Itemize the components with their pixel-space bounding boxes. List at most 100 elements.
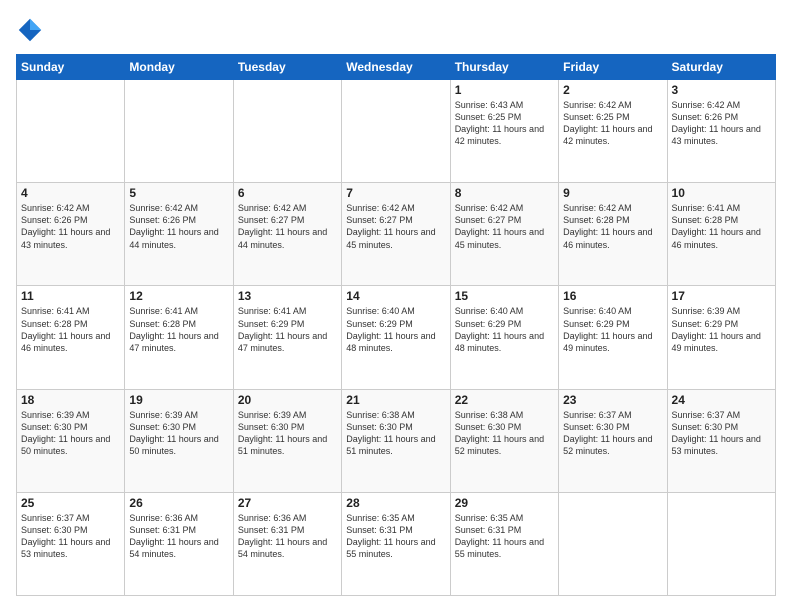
cell-info: Sunrise: 6:39 AM Sunset: 6:30 PM Dayligh… <box>129 409 228 458</box>
day-header-saturday: Saturday <box>667 55 775 80</box>
day-number: 9 <box>563 186 662 200</box>
cell-info: Sunrise: 6:38 AM Sunset: 6:30 PM Dayligh… <box>346 409 445 458</box>
day-header-wednesday: Wednesday <box>342 55 450 80</box>
calendar-cell: 16 Sunrise: 6:40 AM Sunset: 6:29 PM Dayli… <box>559 286 667 389</box>
day-number: 18 <box>21 393 120 407</box>
cell-info: Sunrise: 6:40 AM Sunset: 6:29 PM Dayligh… <box>563 305 662 354</box>
cell-info: Sunrise: 6:39 AM Sunset: 6:29 PM Dayligh… <box>672 305 771 354</box>
calendar-cell: 25 Sunrise: 6:37 AM Sunset: 6:30 PM Dayli… <box>17 492 125 595</box>
calendar-cell: 6 Sunrise: 6:42 AM Sunset: 6:27 PM Daylig… <box>233 183 341 286</box>
calendar-cell: 2 Sunrise: 6:42 AM Sunset: 6:25 PM Daylig… <box>559 80 667 183</box>
day-header-monday: Monday <box>125 55 233 80</box>
day-number: 29 <box>455 496 554 510</box>
day-header-friday: Friday <box>559 55 667 80</box>
day-number: 26 <box>129 496 228 510</box>
calendar-cell: 5 Sunrise: 6:42 AM Sunset: 6:26 PM Daylig… <box>125 183 233 286</box>
day-number: 14 <box>346 289 445 303</box>
day-number: 16 <box>563 289 662 303</box>
calendar-cell <box>342 80 450 183</box>
calendar-cell: 23 Sunrise: 6:37 AM Sunset: 6:30 PM Dayli… <box>559 389 667 492</box>
cell-info: Sunrise: 6:43 AM Sunset: 6:25 PM Dayligh… <box>455 99 554 148</box>
calendar-cell: 12Sunrise: 6:41 AM Sunset: 6:28 PM Dayli… <box>125 286 233 389</box>
cell-info: Sunrise: 6:35 AM Sunset: 6:31 PM Dayligh… <box>455 512 554 561</box>
day-number: 13 <box>238 289 337 303</box>
calendar-page: SundayMondayTuesdayWednesdayThursdayFrid… <box>0 0 792 612</box>
day-number: 8 <box>455 186 554 200</box>
header-row: SundayMondayTuesdayWednesdayThursdayFrid… <box>17 55 776 80</box>
calendar-cell <box>667 492 775 595</box>
week-row-1: 4 Sunrise: 6:42 AM Sunset: 6:26 PM Daylig… <box>17 183 776 286</box>
week-row-3: 18 Sunrise: 6:39 AM Sunset: 6:30 PM Dayli… <box>17 389 776 492</box>
cell-info: Sunrise: 6:39 AM Sunset: 6:30 PM Dayligh… <box>21 409 120 458</box>
day-number: 17 <box>672 289 771 303</box>
calendar-cell: 28 Sunrise: 6:35 AM Sunset: 6:31 PM Dayli… <box>342 492 450 595</box>
cell-info: Sunrise: 6:41 AM Sunset: 6:28 PM Dayligh… <box>21 305 120 354</box>
day-number: 7 <box>346 186 445 200</box>
day-header-tuesday: Tuesday <box>233 55 341 80</box>
day-number: 22 <box>455 393 554 407</box>
calendar-cell: 15 Sunrise: 6:40 AM Sunset: 6:29 PM Dayli… <box>450 286 558 389</box>
cell-info: Sunrise: 6:42 AM Sunset: 6:26 PM Dayligh… <box>129 202 228 251</box>
cell-info: Sunrise: 6:40 AM Sunset: 6:29 PM Dayligh… <box>346 305 445 354</box>
day-number: 6 <box>238 186 337 200</box>
calendar-cell <box>559 492 667 595</box>
cell-info: Sunrise: 6:35 AM Sunset: 6:31 PM Dayligh… <box>346 512 445 561</box>
cell-info: Sunrise: 6:42 AM Sunset: 6:26 PM Dayligh… <box>672 99 771 148</box>
logo <box>16 16 48 44</box>
calendar-cell: 19 Sunrise: 6:39 AM Sunset: 6:30 PM Dayli… <box>125 389 233 492</box>
cell-info: Sunrise: 6:37 AM Sunset: 6:30 PM Dayligh… <box>21 512 120 561</box>
calendar-cell: 18 Sunrise: 6:39 AM Sunset: 6:30 PM Dayli… <box>17 389 125 492</box>
calendar-cell: 20 Sunrise: 6:39 AM Sunset: 6:30 PM Dayli… <box>233 389 341 492</box>
cell-info: Sunrise: 6:38 AM Sunset: 6:30 PM Dayligh… <box>455 409 554 458</box>
week-row-2: 11Sunrise: 6:41 AM Sunset: 6:28 PM Dayli… <box>17 286 776 389</box>
cell-info: Sunrise: 6:37 AM Sunset: 6:30 PM Dayligh… <box>672 409 771 458</box>
cell-info: Sunrise: 6:42 AM Sunset: 6:27 PM Dayligh… <box>238 202 337 251</box>
calendar-cell: 3 Sunrise: 6:42 AM Sunset: 6:26 PM Daylig… <box>667 80 775 183</box>
calendar-cell: 10Sunrise: 6:41 AM Sunset: 6:28 PM Dayli… <box>667 183 775 286</box>
cell-info: Sunrise: 6:42 AM Sunset: 6:27 PM Dayligh… <box>455 202 554 251</box>
day-number: 27 <box>238 496 337 510</box>
day-number: 23 <box>563 393 662 407</box>
day-number: 10 <box>672 186 771 200</box>
calendar-cell: 13Sunrise: 6:41 AM Sunset: 6:29 PM Dayli… <box>233 286 341 389</box>
day-header-sunday: Sunday <box>17 55 125 80</box>
calendar-cell: 14 Sunrise: 6:40 AM Sunset: 6:29 PM Dayli… <box>342 286 450 389</box>
cell-info: Sunrise: 6:36 AM Sunset: 6:31 PM Dayligh… <box>129 512 228 561</box>
day-number: 1 <box>455 83 554 97</box>
day-number: 2 <box>563 83 662 97</box>
day-number: 3 <box>672 83 771 97</box>
cell-info: Sunrise: 6:42 AM Sunset: 6:26 PM Dayligh… <box>21 202 120 251</box>
cell-info: Sunrise: 6:36 AM Sunset: 6:31 PM Dayligh… <box>238 512 337 561</box>
week-row-0: 1 Sunrise: 6:43 AM Sunset: 6:25 PM Daylig… <box>17 80 776 183</box>
day-number: 5 <box>129 186 228 200</box>
cell-info: Sunrise: 6:40 AM Sunset: 6:29 PM Dayligh… <box>455 305 554 354</box>
day-number: 12 <box>129 289 228 303</box>
day-number: 15 <box>455 289 554 303</box>
calendar-cell <box>17 80 125 183</box>
calendar-cell: 11Sunrise: 6:41 AM Sunset: 6:28 PM Dayli… <box>17 286 125 389</box>
calendar-cell <box>233 80 341 183</box>
week-row-4: 25 Sunrise: 6:37 AM Sunset: 6:30 PM Dayli… <box>17 492 776 595</box>
cell-info: Sunrise: 6:39 AM Sunset: 6:30 PM Dayligh… <box>238 409 337 458</box>
calendar-cell <box>125 80 233 183</box>
day-number: 28 <box>346 496 445 510</box>
calendar-cell: 8 Sunrise: 6:42 AM Sunset: 6:27 PM Daylig… <box>450 183 558 286</box>
header <box>16 16 776 44</box>
day-number: 24 <box>672 393 771 407</box>
cell-info: Sunrise: 6:37 AM Sunset: 6:30 PM Dayligh… <box>563 409 662 458</box>
day-number: 20 <box>238 393 337 407</box>
calendar-cell: 22 Sunrise: 6:38 AM Sunset: 6:30 PM Dayli… <box>450 389 558 492</box>
calendar-cell: 9 Sunrise: 6:42 AM Sunset: 6:28 PM Daylig… <box>559 183 667 286</box>
day-number: 4 <box>21 186 120 200</box>
calendar-cell: 17 Sunrise: 6:39 AM Sunset: 6:29 PM Dayli… <box>667 286 775 389</box>
calendar-cell: 27 Sunrise: 6:36 AM Sunset: 6:31 PM Dayli… <box>233 492 341 595</box>
day-header-thursday: Thursday <box>450 55 558 80</box>
cell-info: Sunrise: 6:42 AM Sunset: 6:28 PM Dayligh… <box>563 202 662 251</box>
day-number: 21 <box>346 393 445 407</box>
calendar-table: SundayMondayTuesdayWednesdayThursdayFrid… <box>16 54 776 596</box>
cell-info: Sunrise: 6:42 AM Sunset: 6:27 PM Dayligh… <box>346 202 445 251</box>
day-number: 19 <box>129 393 228 407</box>
calendar-cell: 21 Sunrise: 6:38 AM Sunset: 6:30 PM Dayli… <box>342 389 450 492</box>
day-number: 25 <box>21 496 120 510</box>
cell-info: Sunrise: 6:42 AM Sunset: 6:25 PM Dayligh… <box>563 99 662 148</box>
